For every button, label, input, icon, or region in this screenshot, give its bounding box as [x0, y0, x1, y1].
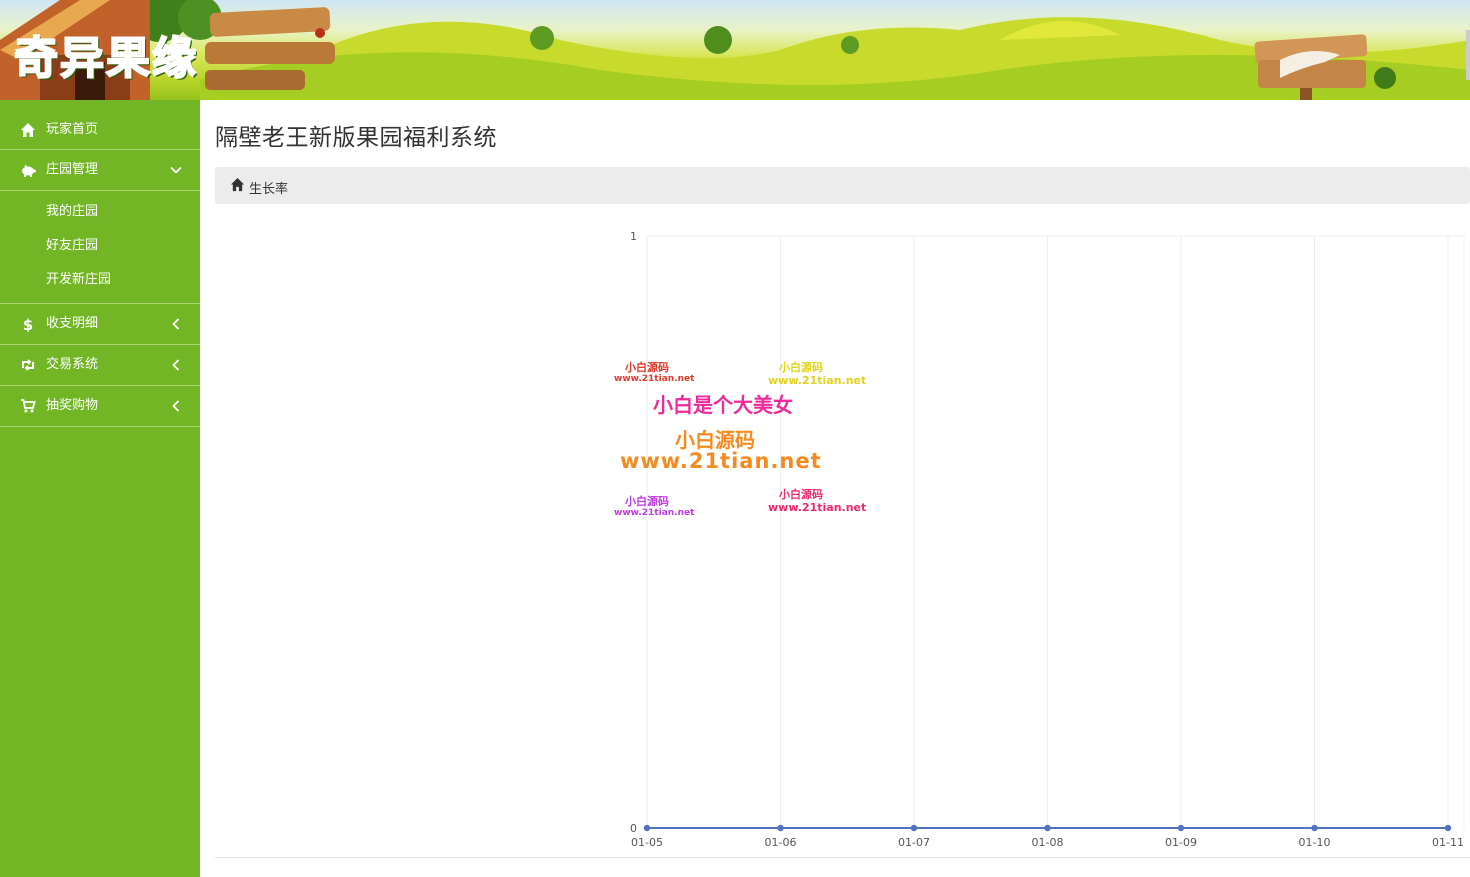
chart-data-point	[1444, 824, 1452, 832]
sidebar-item-label: 收支明细	[46, 316, 99, 331]
svg-text:$: $	[23, 316, 33, 332]
watermark-slogan: 小白是个大美女	[653, 393, 793, 417]
header-banner: 奇异果缘	[0, 0, 1470, 100]
sidebar-item-label: 抽奖购物	[46, 398, 99, 413]
chart-x-tick-label: 01-05	[631, 836, 663, 849]
chart-data-point	[1177, 824, 1185, 832]
watermark-url-3: www.21tian.net	[614, 508, 695, 518]
retweet-icon	[22, 359, 34, 371]
watermark-site-4: 小白源码	[779, 488, 823, 501]
watermark-url-2: www.21tian.net	[768, 374, 867, 387]
home-icon	[21, 123, 35, 137]
breadcrumb: 生长率	[215, 167, 1470, 204]
page-title: 隔壁老王新版果园福利系统	[215, 125, 497, 151]
chart-data-point	[643, 824, 651, 832]
sidebar-item-label: 玩家首页	[46, 122, 99, 137]
chart-x-tick-label: 01-07	[898, 836, 930, 849]
logo[interactable]: 奇异果缘	[13, 22, 198, 86]
divider	[215, 857, 1470, 858]
watermark-site-1: 小白源码	[625, 361, 669, 374]
sidebar-subitem-my-manor[interactable]: 我的庄园	[0, 195, 200, 229]
chart-y-tick-label: 1	[630, 230, 637, 243]
chart-x-tick-label: 01-09	[1165, 836, 1197, 849]
watermark-site-3: 小白源码	[625, 495, 669, 508]
watermark-url-main: www.21tian.net	[620, 449, 822, 473]
sidebar: 玩家首页 庄园管理 我的庄园 好友庄园 开发新庄园 $ 收支明细 交易系统 抽奖…	[0, 100, 200, 877]
chart-data-point	[910, 824, 918, 832]
sidebar-item-lottery-shopping[interactable]: 抽奖购物	[0, 386, 200, 427]
chart-x-tick-label: 01-10	[1299, 836, 1331, 849]
chevron-down-icon	[170, 166, 182, 174]
sidebar-subitem-new-manor[interactable]: 开发新庄园	[0, 263, 200, 297]
chart-x-tick-label: 01-11	[1432, 836, 1464, 849]
breadcrumb-current: 生长率	[249, 182, 289, 197]
home-icon[interactable]	[230, 177, 245, 192]
watermark-url-1: www.21tian.net	[614, 374, 695, 384]
sidebar-item-trading[interactable]: 交易系统	[0, 345, 200, 386]
submenu-manor: 我的庄园 好友庄园 开发新庄园	[0, 191, 200, 304]
sidebar-item-home[interactable]: 玩家首页	[0, 100, 200, 150]
sidebar-item-manor-management[interactable]: 庄园管理	[0, 150, 200, 191]
chart-data-point	[777, 824, 784, 832]
cart-icon	[21, 399, 36, 413]
dollar-icon: $	[23, 316, 33, 332]
chart-y-tick-label: 0	[630, 822, 637, 835]
chart-x-tick-label: 01-06	[765, 836, 797, 849]
watermark-site-2: 小白源码	[779, 361, 823, 374]
sidebar-item-income-expense[interactable]: $ 收支明细	[0, 304, 200, 345]
growth-rate-chart: 0 1 01-05 01-06 01-07 01-08 01-09 01-10 01-11	[630, 230, 1465, 849]
sidebar-item-label: 庄园管理	[46, 162, 99, 177]
chevron-left-icon	[172, 359, 180, 371]
chart-data-point	[1311, 824, 1318, 832]
piggy-bank-icon	[22, 165, 36, 177]
banner-scenery	[0, 0, 1470, 100]
chart-data-point	[1044, 824, 1051, 832]
sidebar-item-label: 交易系统	[46, 357, 99, 372]
sidebar-subitem-friend-manor[interactable]: 好友庄园	[0, 229, 200, 263]
chevron-left-icon	[172, 400, 180, 412]
chevron-left-icon	[172, 318, 180, 330]
watermark-url-4: www.21tian.net	[768, 501, 867, 514]
chart-x-tick-label: 01-08	[1032, 836, 1064, 849]
